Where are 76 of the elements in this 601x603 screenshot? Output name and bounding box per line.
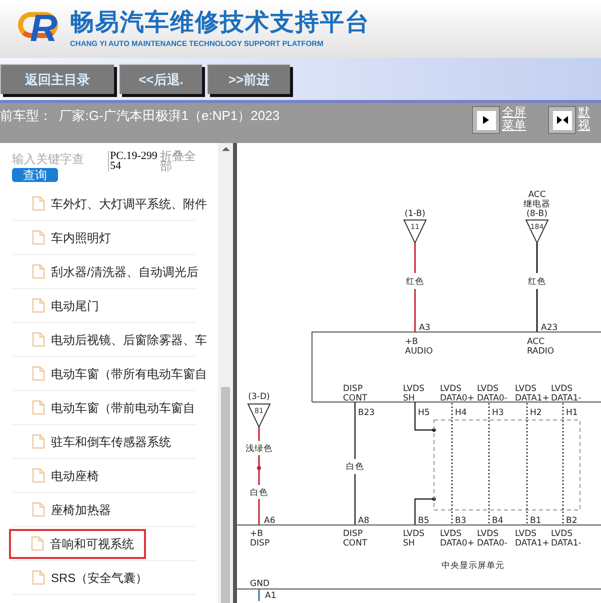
terminal-label: LVDS DATA0- xyxy=(477,384,508,404)
document-icon xyxy=(32,196,45,211)
ground-label: GND xyxy=(250,579,270,589)
pin-label: B2 xyxy=(566,516,578,526)
document-icon xyxy=(32,298,45,313)
pin-label: A8 xyxy=(358,516,370,526)
document-icon xyxy=(32,264,45,279)
pin-label: H4 xyxy=(455,408,467,418)
wire-color-label: 红色 xyxy=(406,277,424,287)
tree-item[interactable]: 电动车窗（带前电动车窗自 xyxy=(12,392,195,422)
site-title: 畅易汽车维修技术支持平台 xyxy=(70,8,370,38)
pin-label: A3 xyxy=(419,323,430,333)
connector-label: (3-D) xyxy=(248,392,270,402)
document-icon xyxy=(32,332,45,347)
terminal-label: LVDS DATA1+ xyxy=(515,384,550,404)
vehicle-info: 前车型： 厂家:G-广汽本田极湃1（e:NP1）2023 xyxy=(0,107,280,125)
document-icon xyxy=(32,468,45,483)
terminal-label: LVDS DATA1+ xyxy=(515,529,550,548)
pin-label: A1 xyxy=(265,591,276,601)
connector-label: (1-B) xyxy=(404,209,426,219)
search-field[interactable]: 输入关键字查 xyxy=(12,151,92,167)
pin-label: H1 xyxy=(566,408,578,418)
scrollbar[interactable] xyxy=(218,143,233,603)
terminal-label: LVDS DATA1- xyxy=(551,529,582,548)
nav-button[interactable]: 返回主目录 xyxy=(0,64,114,94)
wire-color-label: 白色 xyxy=(346,462,364,472)
document-icon xyxy=(32,230,45,245)
pin-label: H5 xyxy=(418,408,430,418)
pin-label: B4 xyxy=(492,516,504,526)
tree-item[interactable]: SRS（安全气囊） xyxy=(12,562,148,592)
document-icon xyxy=(32,366,45,381)
terminal-label: LVDS DATA0+ xyxy=(440,529,474,548)
tree-item[interactable]: 座椅加热器 xyxy=(12,494,111,524)
tree-item[interactable]: 电动后视镜、后窗除雾器、车 xyxy=(12,324,207,354)
unit-name: 中央显示屏单元 xyxy=(442,561,504,571)
connector-label: ACC 继电器 (8-B) xyxy=(524,190,550,219)
pin-label: B3 xyxy=(455,516,466,526)
terminal-label: +B AUDIO xyxy=(405,337,433,356)
terminal-label: LVDS DATA0- xyxy=(477,529,508,548)
tree-item[interactable]: 车内照明灯 xyxy=(12,222,111,252)
wire-color-label: 浅绿色 xyxy=(246,444,272,454)
terminal-label: LVDS SH xyxy=(403,529,425,548)
tree-item[interactable]: 车外灯、大灯调平系统、附件 xyxy=(12,188,207,218)
pin-label: H3 xyxy=(492,408,504,418)
tree-item[interactable]: 电动车窗（带所有电动车窗自 xyxy=(12,358,207,388)
pin-label: B1 xyxy=(530,516,542,526)
terminal-label: LVDS DATA0+ xyxy=(440,384,474,404)
tree-item[interactable]: 驻车和倒车传感器系统 xyxy=(12,426,171,456)
tree-item[interactable]: 音响和可视系统 xyxy=(9,528,146,558)
document-icon xyxy=(32,400,45,415)
terminal-label: DISP CONT xyxy=(343,384,368,404)
terminal-label: +B DISP xyxy=(250,529,270,548)
pin-label: B23 xyxy=(358,408,375,418)
search-button[interactable]: 查询 xyxy=(12,168,58,182)
tree-item[interactable]: 电动尾门 xyxy=(12,290,99,320)
pin-label: H2 xyxy=(530,408,542,418)
document-icon xyxy=(32,502,45,517)
terminal-label: DISP CONT xyxy=(343,529,368,548)
view-toggle-icon[interactable] xyxy=(472,106,500,134)
tree-item[interactable]: 电动座椅 xyxy=(12,460,99,490)
document-icon xyxy=(32,434,45,449)
pin-label: A6 xyxy=(264,516,276,526)
tree-item[interactable]: 刮水器/清洗器、自动调光后 xyxy=(12,256,198,286)
terminal-label: ACC RADIO xyxy=(527,337,554,356)
pin-label: A23 xyxy=(541,323,558,333)
code-label: PC.19-29954 xyxy=(108,151,160,171)
wire-color-label: 白色 xyxy=(250,488,268,498)
view-toggle-icon[interactable] xyxy=(548,106,576,134)
document-icon xyxy=(31,536,44,551)
terminal-label: LVDS DATA1- xyxy=(551,384,582,404)
wire-color-label: 红色 xyxy=(528,277,546,287)
pin-label: B5 xyxy=(418,516,430,526)
nav-button[interactable]: <<后退. xyxy=(119,64,202,94)
nav-button[interactable]: >>前进 xyxy=(207,64,290,94)
terminal-label: LVDS SH xyxy=(403,384,425,404)
document-icon xyxy=(32,570,45,585)
